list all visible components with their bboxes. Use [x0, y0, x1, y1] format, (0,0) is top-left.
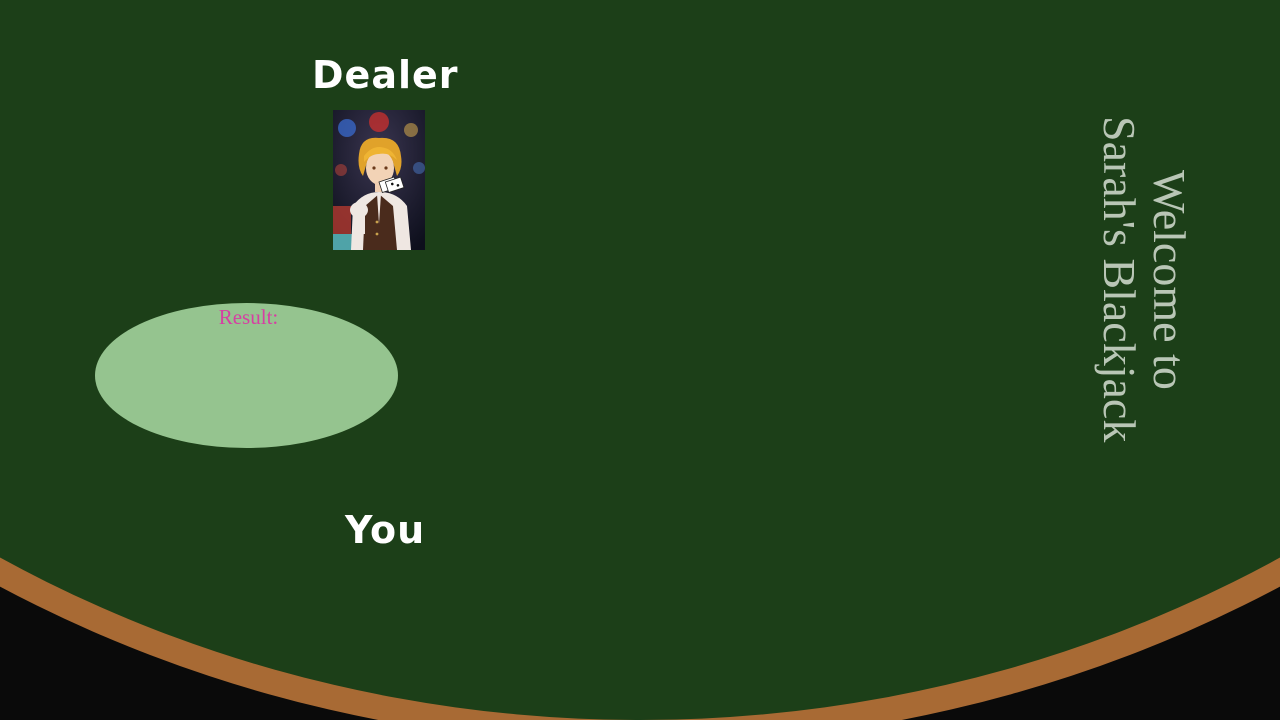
player-label: You — [345, 508, 426, 552]
result-area: Result: — [95, 303, 398, 448]
dealer-portrait-icon — [333, 110, 425, 250]
game-table: Dealer Result: You Welcome to Sarah's Bl… — [0, 0, 1280, 720]
dealer-label: Dealer — [312, 53, 459, 97]
dealer-avatar — [333, 110, 425, 250]
welcome-line-2: Sarah's Blackjack — [1094, 116, 1145, 443]
welcome-banner: Welcome to Sarah's Blackjack — [1094, 107, 1194, 452]
result-label: Result: — [218, 305, 279, 329]
welcome-line-1: Welcome to — [1144, 169, 1194, 390]
